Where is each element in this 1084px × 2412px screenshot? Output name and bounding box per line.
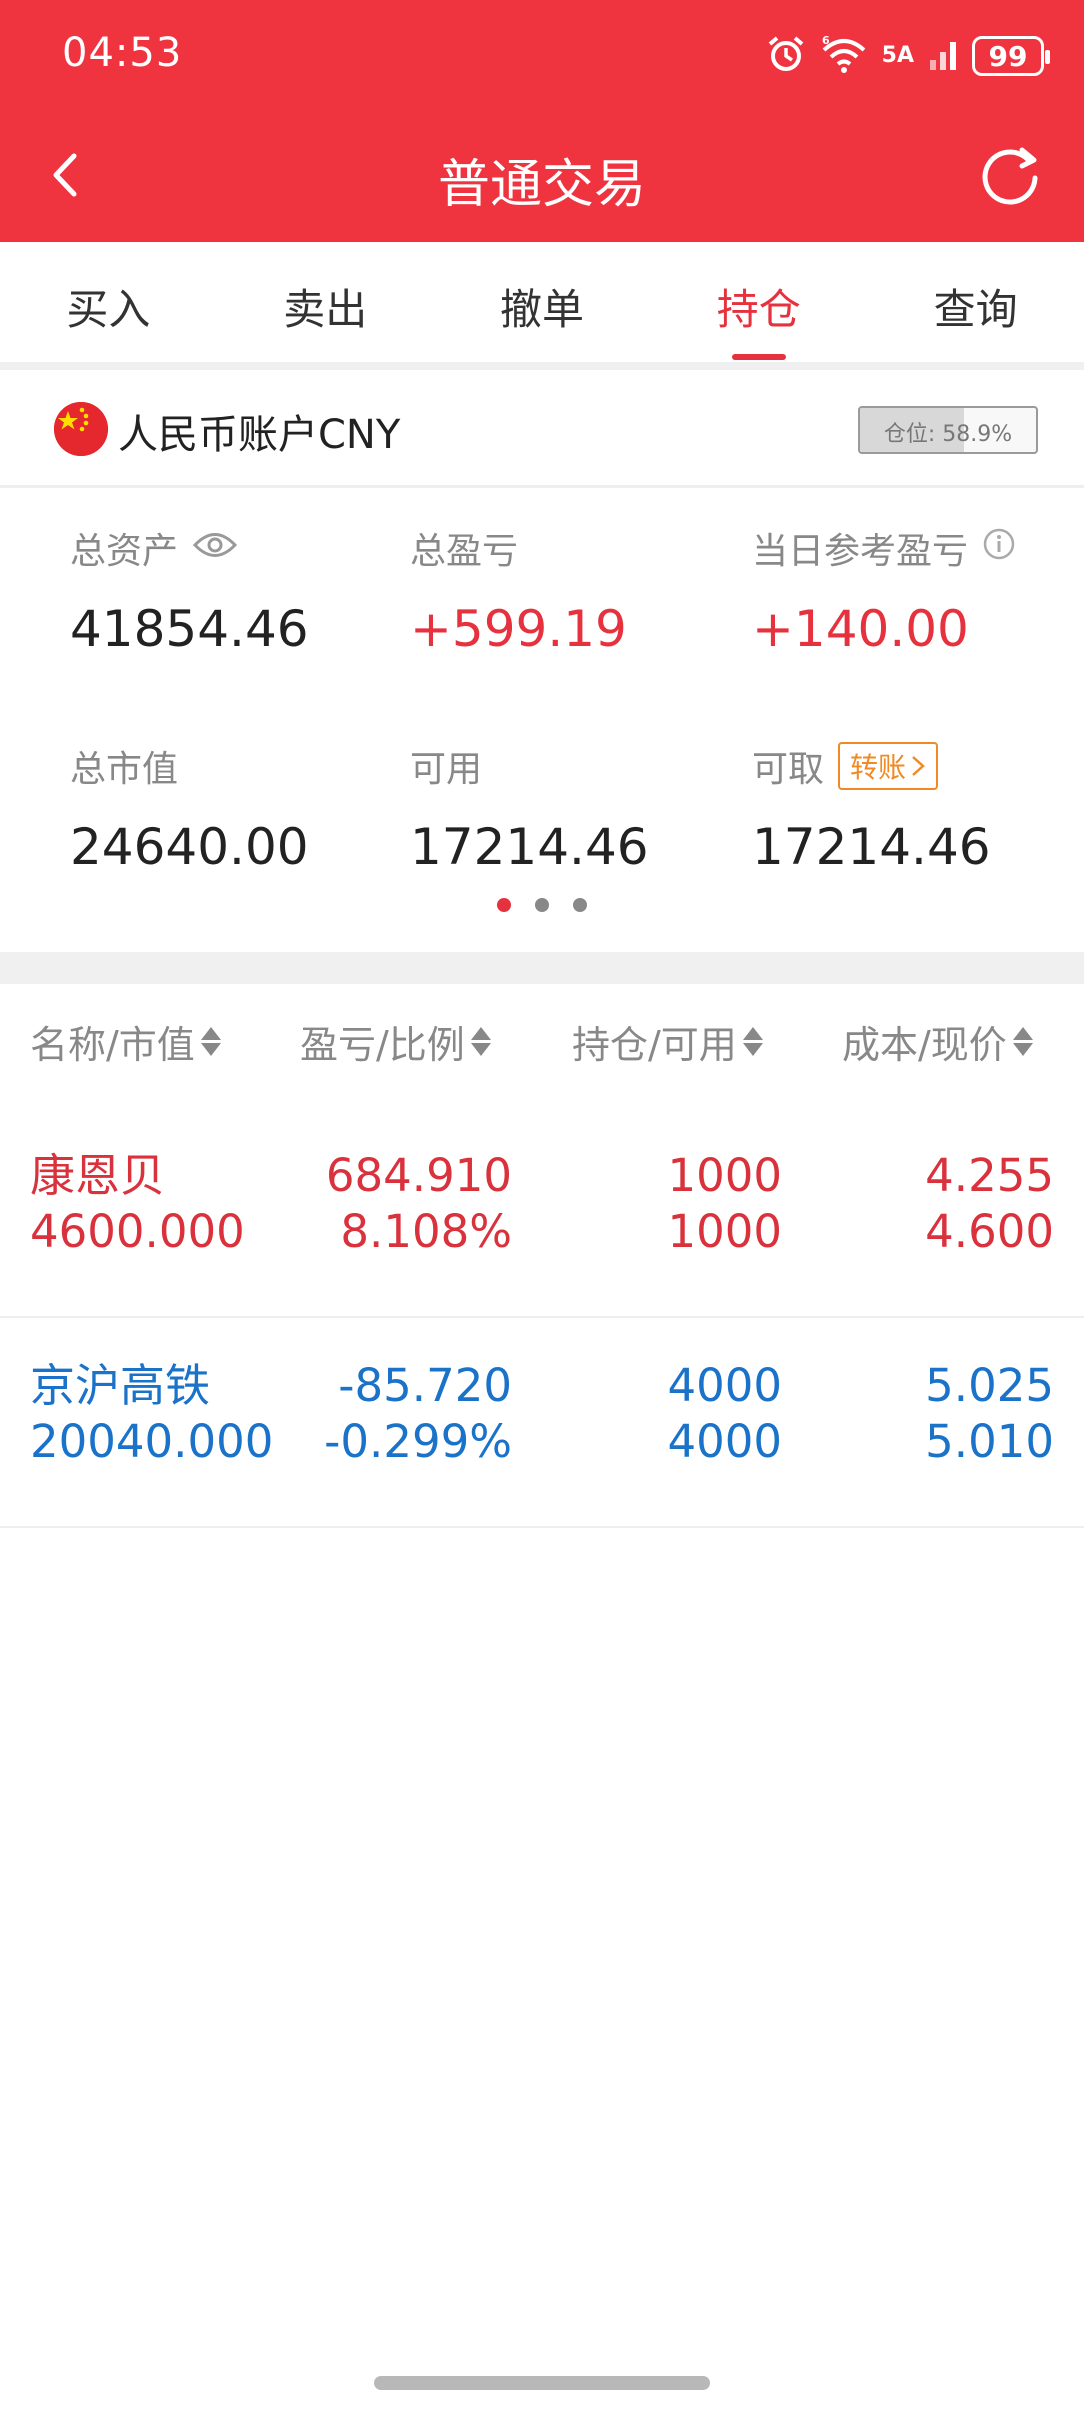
available-label: 可用: [410, 749, 483, 790]
withdrawable-funds: 可取 转账 17214.46: [752, 740, 991, 876]
position-ratio-text: 仓位: 58.9%: [883, 422, 1013, 447]
market-value-label: 总市值: [70, 749, 179, 790]
withdrawable-label: 可取: [752, 749, 825, 790]
sort-icon: [742, 1027, 763, 1056]
transfer-button[interactable]: 转账: [838, 742, 939, 790]
china-flag-icon: [54, 402, 108, 456]
eye-icon[interactable]: [192, 528, 238, 569]
total-assets-label: 总资产: [70, 531, 179, 572]
table-row[interactable]: 康恩贝 4600.000 684.910 8.108% 1000 1000 4.255…: [0, 1108, 1084, 1318]
total-pl: 总盈亏 +599.19: [410, 522, 627, 658]
signal-icon: [928, 34, 958, 78]
status-bar: 04:53 6 5A 99: [0, 0, 1084, 110]
total-pl-label: 总盈亏: [410, 531, 519, 572]
total-assets-value: 41854.46: [70, 600, 309, 658]
column-header-holding[interactable]: 持仓/可用: [572, 1014, 763, 1069]
divider: [0, 362, 1084, 370]
page-title: 普通交易: [437, 155, 646, 215]
status-icons: 6 5A 99: [766, 32, 1050, 80]
column-header-name[interactable]: 名称/市值: [30, 1014, 221, 1069]
available-funds: 可用 17214.46: [410, 740, 649, 876]
wifi-icon: 6: [820, 34, 868, 78]
stock-name-cell: 康恩贝 4600.000: [30, 1149, 245, 1258]
tab-buy[interactable]: 买入: [0, 242, 217, 364]
svg-text:6: 6: [822, 34, 830, 47]
holding-cell: 4000 4000: [667, 1359, 782, 1468]
daily-pl-label: 当日参考盈亏: [752, 531, 969, 572]
holdings-table-header: 名称/市值 盈亏/比例 持仓/可用 成本/现价: [0, 984, 1084, 1102]
daily-pl-value: +140.00: [752, 600, 969, 658]
tab-query[interactable]: 查询: [867, 242, 1084, 364]
asset-summary: 总资产 41854.46 总盈亏 +599.19 当日参考盈亏 +140.00 …: [0, 490, 1084, 952]
sort-icon: [470, 1027, 491, 1056]
status-time: 04:53: [62, 30, 183, 76]
refresh-icon[interactable]: [978, 142, 1044, 208]
tab-holdings[interactable]: 持仓: [650, 242, 867, 364]
page-dot[interactable]: [573, 898, 587, 912]
pl-cell: 684.910 8.108%: [325, 1149, 512, 1258]
cost-cell: 5.025 5.010: [925, 1359, 1054, 1468]
nav-bar: 普通交易: [0, 130, 1084, 220]
app-header: 04:53 6 5A 99 普通交易: [0, 0, 1084, 242]
stock-name-cell: 京沪高铁 20040.000: [30, 1359, 274, 1468]
page-dot[interactable]: [497, 898, 511, 912]
column-header-pl[interactable]: 盈亏/比例: [300, 1014, 491, 1069]
position-ratio-badge: 仓位: 58.9%: [858, 406, 1038, 454]
total-assets: 总资产 41854.46: [70, 522, 309, 658]
section-divider: [0, 952, 1084, 984]
market-value: 总市值 24640.00: [70, 740, 309, 876]
account-name: 人民币账户CNY: [118, 412, 401, 458]
holding-cell: 1000 1000: [667, 1149, 782, 1258]
tab-cancel-order[interactable]: 撤单: [434, 242, 651, 364]
available-value: 17214.46: [410, 818, 649, 876]
pl-cell: -85.720 -0.299%: [324, 1359, 512, 1468]
tab-sell[interactable]: 卖出: [217, 242, 434, 364]
page-indicator: [0, 898, 1084, 912]
network-type: 5A: [881, 43, 914, 68]
table-row[interactable]: 京沪高铁 20040.000 -85.720 -0.299% 4000 4000 5.…: [0, 1318, 1084, 1528]
account-bar[interactable]: 人民币账户CNY 仓位: 58.9%: [0, 370, 1084, 488]
battery-indicator: 99: [972, 36, 1050, 76]
home-indicator[interactable]: [374, 2376, 710, 2390]
daily-pl: 当日参考盈亏 +140.00: [752, 522, 1016, 658]
sort-icon: [200, 1027, 221, 1056]
trade-tabs: 买入 卖出 撤单 持仓 查询: [0, 242, 1084, 364]
withdrawable-value: 17214.46: [752, 818, 991, 876]
sort-icon: [1012, 1027, 1033, 1056]
column-header-cost[interactable]: 成本/现价: [842, 1014, 1033, 1069]
chevron-right-icon: [912, 756, 925, 776]
alarm-icon: [766, 34, 806, 78]
active-tab-indicator: [731, 354, 786, 360]
total-pl-value: +599.19: [410, 600, 627, 658]
page-dot[interactable]: [535, 898, 549, 912]
cost-cell: 4.255 4.600: [925, 1149, 1054, 1258]
market-value-value: 24640.00: [70, 818, 309, 876]
info-icon[interactable]: [982, 527, 1016, 570]
